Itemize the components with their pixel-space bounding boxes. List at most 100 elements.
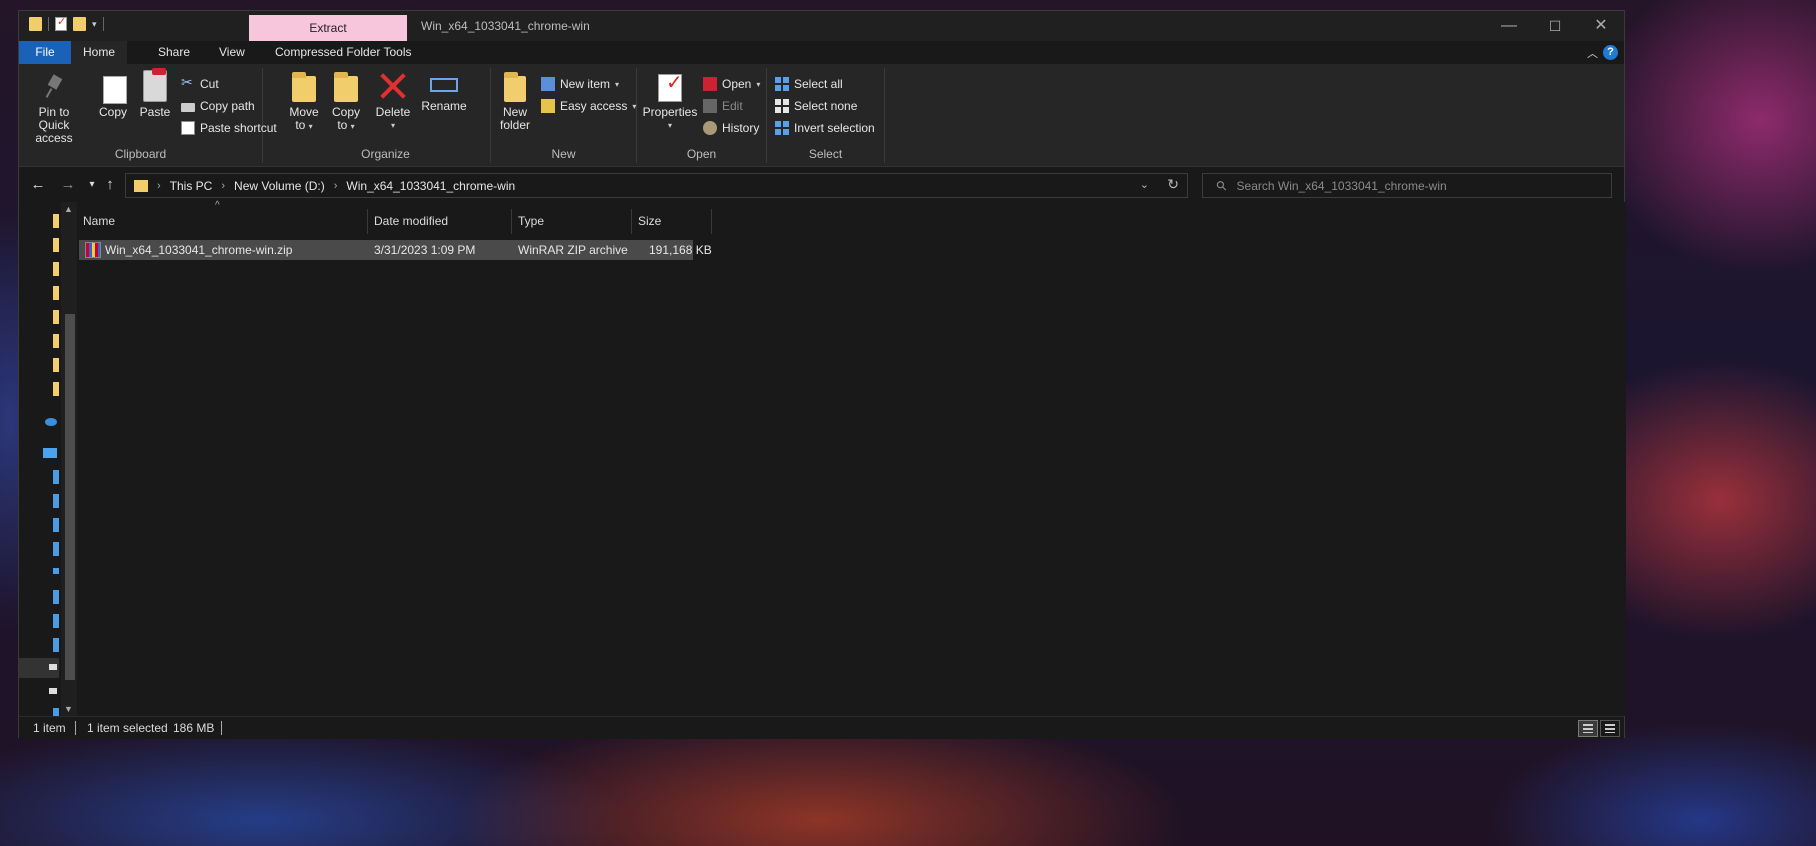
- nav-music-icon[interactable]: [53, 568, 59, 574]
- open-group-label: Open: [686, 147, 717, 161]
- paste-shortcut-button[interactable]: Paste shortcut: [181, 118, 277, 138]
- chevron-down-icon: ▾: [390, 121, 395, 130]
- details-view-button[interactable]: [1578, 720, 1598, 737]
- nav-folder-icon[interactable]: [53, 334, 59, 348]
- minimize-button[interactable]: —: [1486, 11, 1532, 41]
- file-row[interactable]: Win_x64_1033041_chrome-win.zip 3/31/2023…: [79, 240, 712, 260]
- tab-extract[interactable]: Extract: [249, 15, 407, 41]
- column-header-date-modified[interactable]: Date modified: [368, 209, 512, 234]
- nav-folder-icon[interactable]: [53, 382, 59, 396]
- search-box[interactable]: ⚲: [1202, 173, 1612, 198]
- breadcrumb-chevron-icon[interactable]: ›: [221, 180, 225, 192]
- breadcrumb-chevron-icon[interactable]: ›: [157, 180, 161, 192]
- chevron-down-icon: ▾: [667, 121, 672, 130]
- customize-toolbar-chevron-down-icon[interactable]: ▾: [92, 19, 97, 30]
- copy-path-button[interactable]: Copy path: [181, 96, 255, 116]
- search-icon: ⚲: [1212, 176, 1231, 194]
- nav-desktop-icon[interactable]: [53, 494, 59, 508]
- organize-group: Move to ▾ Copy to ▾ Delete ▾ Rename Orga…: [281, 68, 491, 163]
- properties-button[interactable]: Properties ▾: [641, 68, 699, 132]
- properties-icon[interactable]: [55, 15, 67, 31]
- nav-folder-icon[interactable]: [53, 358, 59, 372]
- address-history-chevron-down-icon[interactable]: ⌄: [1140, 178, 1149, 191]
- nav-folder-icon[interactable]: [53, 310, 59, 324]
- title-bar: ▾ Extract Win_x64_1033041_chrome-win — ☐…: [19, 11, 1624, 41]
- folder-icon: [29, 17, 42, 31]
- pin-to-quick-access-button[interactable]: Pin to Quick access: [23, 68, 85, 145]
- column-header-type[interactable]: Type: [512, 209, 632, 234]
- toolbar-divider: [102, 17, 104, 31]
- new-item-button[interactable]: New item ▾: [541, 74, 619, 94]
- history-button[interactable]: History: [703, 118, 759, 138]
- onedrive-cloud-icon[interactable]: [45, 418, 57, 426]
- history-icon: [703, 121, 717, 135]
- up-arrow-icon[interactable]: ↑: [99, 174, 121, 196]
- nav-folder-icon[interactable]: [53, 262, 59, 276]
- nav-downloads-icon[interactable]: [53, 542, 59, 556]
- collapse-ribbon-chevron-up-icon[interactable]: ︿: [1587, 45, 1598, 61]
- maximize-button[interactable]: ☐: [1532, 11, 1578, 41]
- copy-to-button[interactable]: Copy to ▾: [329, 68, 363, 133]
- select-all-label: Select all: [794, 77, 843, 91]
- large-icons-view-button[interactable]: [1600, 720, 1620, 737]
- nav-pictures-icon[interactable]: [53, 590, 59, 604]
- back-arrow-icon[interactable]: ←: [27, 174, 49, 196]
- nav-network-icon[interactable]: [53, 708, 59, 716]
- scroll-up-arrow-icon[interactable]: ▲: [64, 204, 73, 214]
- paste-button[interactable]: Paste: [137, 68, 173, 119]
- breadcrumb-new-volume[interactable]: New Volume (D:): [234, 179, 325, 193]
- search-input[interactable]: [1236, 178, 1557, 193]
- breadcrumb-chevron-icon[interactable]: ›: [334, 180, 338, 192]
- tab-view[interactable]: View: [207, 41, 257, 64]
- tab-home[interactable]: Home: [71, 41, 128, 64]
- select-all-button[interactable]: Select all: [775, 74, 843, 94]
- forward-arrow-icon[interactable]: →: [57, 174, 79, 196]
- open-icon: [703, 77, 717, 91]
- new-folder-button[interactable]: New folder: [495, 68, 535, 132]
- scrollbar-thumb[interactable]: [65, 314, 75, 680]
- tab-compressed-folder-tools[interactable]: Compressed Folder Tools: [263, 41, 424, 64]
- move-to-button[interactable]: Move to ▾: [287, 68, 321, 133]
- this-pc-icon[interactable]: [43, 448, 57, 458]
- close-button[interactable]: ✕: [1578, 11, 1624, 41]
- tab-file[interactable]: File: [19, 41, 71, 64]
- nav-drive-icon[interactable]: [49, 664, 57, 670]
- nav-pane-scrollbar[interactable]: ▲ ▼: [61, 202, 77, 716]
- open-button[interactable]: Open ▾: [703, 74, 760, 94]
- nav-folder-icon[interactable]: [53, 238, 59, 252]
- nav-documents-icon[interactable]: [53, 518, 59, 532]
- easy-access-button[interactable]: Easy access ▾: [541, 96, 636, 116]
- rename-icon: [430, 78, 458, 92]
- nav-folder-icon[interactable]: [53, 286, 59, 300]
- nav-3d-objects-icon[interactable]: [53, 470, 59, 484]
- paste-shortcut-label: Paste shortcut: [200, 121, 277, 135]
- breadcrumb-current-folder[interactable]: Win_x64_1033041_chrome-win: [346, 179, 515, 193]
- refresh-icon[interactable]: ↻: [1167, 176, 1179, 193]
- chevron-down-icon: ▾: [615, 79, 620, 89]
- column-header-size[interactable]: Size: [632, 209, 712, 234]
- breadcrumb-this-pc[interactable]: This PC: [170, 179, 213, 193]
- nav-folder-icon[interactable]: [53, 214, 59, 228]
- copy-button[interactable]: Copy: [95, 68, 131, 119]
- navigation-pane: ▲ ▼: [19, 202, 77, 716]
- invert-selection-button[interactable]: Invert selection: [775, 118, 875, 138]
- nav-drive-icon[interactable]: [49, 688, 57, 694]
- nav-videos-icon[interactable]: [53, 614, 59, 628]
- column-header-name[interactable]: Name: [77, 209, 368, 234]
- new-item-label: New item: [560, 77, 611, 91]
- delete-button[interactable]: Delete ▾: [373, 68, 413, 132]
- file-type: WinRAR ZIP archive: [518, 243, 628, 257]
- address-bar[interactable]: › This PC › New Volume (D:) › Win_x64_10…: [125, 173, 1188, 198]
- nav-local-disk-icon[interactable]: [53, 638, 59, 652]
- cut-button[interactable]: Cut: [181, 74, 219, 94]
- new-folder-icon[interactable]: [73, 17, 86, 31]
- select-none-button[interactable]: Select none: [775, 96, 857, 116]
- tab-share[interactable]: Share: [146, 41, 202, 64]
- new-folder-label-line2: folder: [499, 118, 531, 132]
- help-icon[interactable]: ?: [1603, 45, 1618, 60]
- edit-button[interactable]: Edit: [703, 96, 743, 116]
- select-none-icon: [775, 99, 789, 113]
- rename-button[interactable]: Rename: [421, 68, 467, 113]
- winrar-archive-icon: [85, 242, 101, 258]
- scroll-down-arrow-icon[interactable]: ▼: [64, 704, 73, 714]
